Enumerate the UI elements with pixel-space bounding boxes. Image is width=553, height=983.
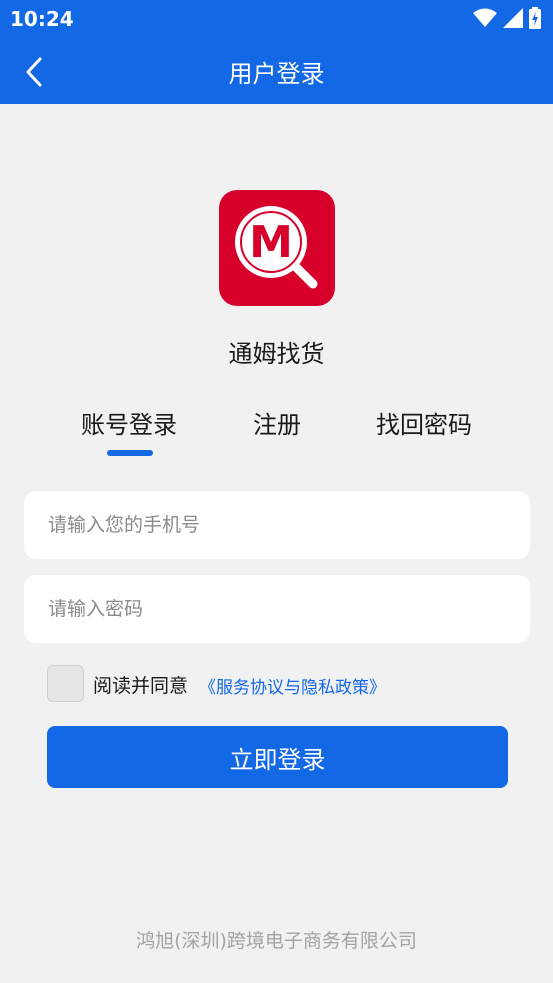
- app-logo: M: [219, 190, 335, 306]
- page-title: 用户登录: [228, 60, 325, 88]
- password-field-box: [24, 575, 530, 643]
- policy-link[interactable]: 《服务协议与隐私政策》: [199, 673, 386, 698]
- status-bar: 10:24: [0, 0, 553, 38]
- status-time: 10:24: [10, 7, 74, 31]
- password-input[interactable]: [48, 575, 508, 643]
- tab-account-login[interactable]: 账号登录: [81, 405, 177, 440]
- logo-letter: M: [249, 217, 293, 268]
- tab-recover-password[interactable]: 找回密码: [376, 405, 472, 440]
- wifi-icon: [473, 8, 497, 27]
- app-header: 10:24 用户登录: [0, 0, 553, 104]
- active-tab-indicator: [107, 450, 153, 456]
- magnifier-m-logo: M: [235, 206, 318, 289]
- agreement-row: 阅读并同意 《服务协议与隐私政策》: [47, 665, 527, 703]
- tab-register[interactable]: 注册: [253, 405, 301, 440]
- login-button[interactable]: 立即登录: [47, 726, 508, 788]
- battery-icon: [529, 7, 541, 29]
- login-tabs: 账号登录 注册 找回密码: [0, 405, 553, 465]
- company-footer: 鸿旭(深圳)跨境电子商务有限公司: [136, 930, 417, 952]
- nav-bar: 用户登录: [0, 38, 553, 104]
- agree-checkbox[interactable]: [47, 665, 84, 702]
- phone-field-box: [24, 491, 530, 559]
- app-name: 通姆找货: [228, 340, 325, 368]
- signal-icon: [503, 8, 523, 28]
- status-icons: [473, 6, 541, 30]
- agree-label: 阅读并同意: [93, 675, 189, 697]
- phone-input[interactable]: [48, 491, 508, 559]
